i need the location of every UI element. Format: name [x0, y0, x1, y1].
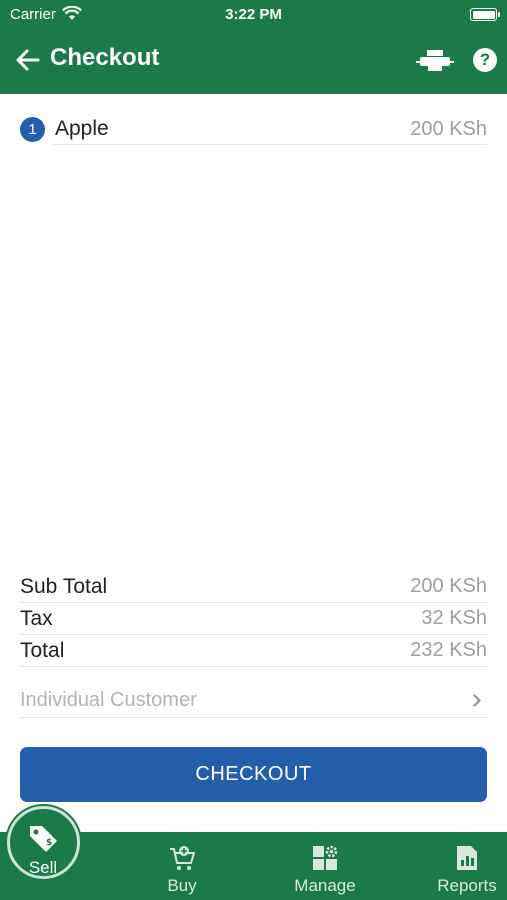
tab-manage[interactable]: Manage	[270, 832, 380, 900]
tax-value: 32 KSh	[421, 607, 487, 629]
tab-buy-label: Buy	[167, 876, 197, 895]
checkout-button[interactable]: CHECKOUT	[20, 747, 487, 802]
subtotal-value: 200 KSh	[410, 575, 487, 597]
grid-gear-icon	[313, 845, 338, 870]
item-divider	[53, 144, 487, 145]
tax-row: Tax 32 KSh	[20, 603, 487, 635]
cart-item-row[interactable]: 1 Apple 200 KSh	[20, 114, 487, 145]
tax-label: Tax	[20, 607, 53, 630]
total-row: Total 232 KSh	[20, 635, 487, 667]
item-price: 200 KSh	[410, 118, 487, 140]
tab-reports[interactable]: Reports	[427, 832, 507, 900]
customer-label: Individual Customer	[20, 689, 197, 711]
tab-buy[interactable]: Buy	[127, 832, 237, 900]
status-bar: Carrier 3:22 PM	[0, 0, 507, 28]
cart-icon	[170, 846, 195, 870]
arrow-left-icon[interactable]	[14, 46, 42, 74]
item-name: Apple	[55, 117, 109, 140]
bottom-edge	[0, 896, 507, 900]
tab-manage-label: Manage	[294, 876, 356, 895]
total-label: Total	[20, 639, 65, 662]
svg-text:$: $	[46, 838, 52, 848]
app-header: Carrier 3:22 PM Checkout ?	[0, 0, 507, 94]
customer-selector[interactable]: Individual Customer	[20, 686, 487, 718]
printer-icon[interactable]	[416, 46, 454, 74]
total-value: 232 KSh	[410, 639, 487, 661]
item-quantity-badge: 1	[20, 117, 45, 142]
tab-sell-label: Sell	[28, 858, 58, 877]
report-chart-icon	[457, 846, 477, 870]
chevron-right-icon	[468, 694, 481, 707]
subtotal-row: Sub Total 200 KSh	[20, 571, 487, 603]
battery-icon	[470, 8, 500, 21]
page-title: Checkout	[50, 44, 160, 71]
tag-icon: $	[30, 826, 57, 852]
help-circle-icon[interactable]: ?	[473, 48, 497, 72]
tab-reports-label: Reports	[437, 876, 497, 895]
subtotal-label: Sub Total	[20, 575, 108, 598]
status-time: 3:22 PM	[225, 6, 282, 23]
